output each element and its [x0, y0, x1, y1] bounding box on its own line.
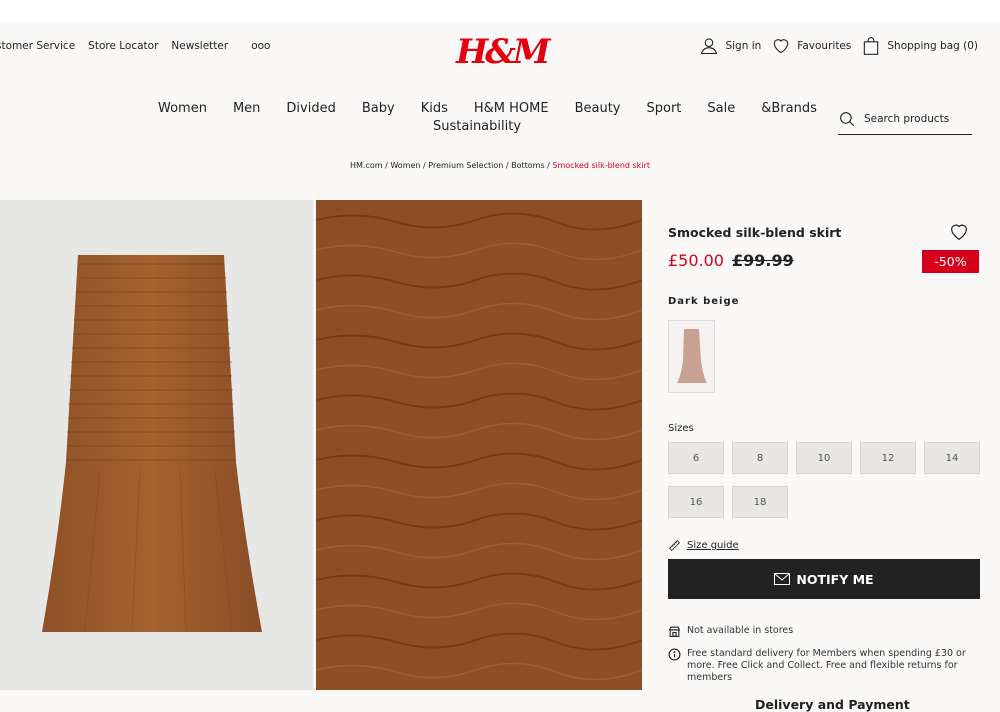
nav-item-brands[interactable]: &Brands	[761, 101, 817, 116]
sign-in-label: Sign in	[725, 40, 762, 52]
shopping-bag-button[interactable]: Shopping bag (0)	[861, 36, 978, 56]
top-links: stomer Service Store Locator Newsletter …	[0, 40, 270, 52]
breadcrumb-home[interactable]: HM.com	[350, 161, 383, 170]
size-option-6[interactable]: 6	[668, 442, 724, 474]
brand-logo[interactable]: H&M	[456, 32, 550, 72]
info-icon	[668, 648, 681, 661]
heart-icon[interactable]	[948, 221, 970, 243]
user-icon	[701, 38, 718, 55]
current-price: £50.00	[668, 251, 724, 270]
nav-item-beauty[interactable]: Beauty	[575, 101, 621, 116]
envelope-icon	[774, 573, 791, 585]
size-option-12[interactable]: 12	[860, 442, 916, 474]
nav-item-divided[interactable]: Divided	[286, 101, 335, 116]
more-links-button[interactable]: ooo	[251, 40, 270, 52]
account-menu: Sign in Favourites Shopping bag (0)	[699, 36, 978, 56]
nav-item-women[interactable]: Women	[158, 101, 207, 116]
bag-icon	[864, 37, 879, 55]
breadcrumb-women[interactable]: Women	[390, 161, 420, 170]
nav-item-sport[interactable]: Sport	[647, 101, 682, 116]
ruler-icon	[669, 540, 680, 551]
size-option-18[interactable]: 18	[732, 486, 788, 518]
size-selector: 6 8 10 12 14 16 18	[668, 442, 980, 518]
newsletter-link[interactable]: Newsletter	[171, 40, 228, 52]
fabric-detail-illustration	[316, 200, 642, 690]
discount-badge: -50%	[922, 250, 979, 273]
notify-me-label: NOTIFY ME	[796, 571, 874, 587]
size-option-16[interactable]: 16	[668, 486, 724, 518]
size-option-14[interactable]: 14	[924, 442, 980, 474]
delivery-info: Free standard delivery for Members when …	[668, 648, 978, 684]
breadcrumb: HM.com / Women / Premium Selection / Bot…	[0, 161, 1000, 170]
skirt-illustration	[42, 255, 262, 632]
store-availability: Not available in stores	[668, 625, 793, 638]
breadcrumb-separator: /	[423, 161, 426, 170]
delivery-info-text: Free standard delivery for Members when …	[687, 648, 966, 683]
swatch-thumbnail	[677, 329, 707, 383]
nav-item-men[interactable]: Men	[233, 101, 260, 116]
page: stomer Service Store Locator Newsletter …	[0, 22, 1000, 712]
nav-item-sale[interactable]: Sale	[707, 101, 735, 116]
breadcrumb-premium-selection[interactable]: Premium Selection	[428, 161, 503, 170]
customer-service-link[interactable]: stomer Service	[0, 40, 75, 52]
store-locator-link[interactable]: Store Locator	[88, 40, 158, 52]
size-guide-link[interactable]: Size guide	[668, 539, 739, 552]
nav-item-sustainability[interactable]: Sustainability	[433, 119, 521, 134]
nav-item-baby[interactable]: Baby	[362, 101, 395, 116]
store-icon	[668, 626, 681, 637]
availability-text: Not available in stores	[687, 625, 794, 636]
breadcrumb-separator: /	[505, 161, 509, 170]
product-image-detail[interactable]	[316, 200, 642, 690]
size-guide-label: Size guide	[687, 540, 739, 551]
nav-item-hm-home[interactable]: H&M HOME	[474, 101, 549, 116]
product-title: Smocked silk-blend skirt	[668, 225, 842, 240]
search-icon[interactable]	[838, 110, 856, 128]
breadcrumb-separator: /	[385, 161, 388, 170]
size-option-10[interactable]: 10	[796, 442, 852, 474]
price-row: £50.00 £99.99	[668, 251, 794, 270]
favourites-button[interactable]: Favourites	[771, 36, 851, 56]
size-option-8[interactable]: 8	[732, 442, 788, 474]
nav-item-kids[interactable]: Kids	[421, 101, 448, 116]
favourites-label: Favourites	[797, 40, 852, 52]
shopping-bag-label: Shopping bag (0)	[887, 40, 978, 52]
main-nav: Women Men Divided Baby Kids H&M HOME Bea…	[158, 101, 843, 134]
color-name: Dark beige	[668, 296, 740, 307]
sizes-label: Sizes	[668, 423, 694, 434]
delivery-payment-heading[interactable]: Delivery and Payment	[755, 697, 910, 712]
heart-icon	[774, 39, 789, 54]
original-price: £99.99	[731, 251, 794, 270]
breadcrumb-separator: /	[547, 161, 550, 170]
sign-in-button[interactable]: Sign in	[699, 36, 761, 56]
search-box	[838, 110, 972, 135]
product-image-main[interactable]	[0, 200, 313, 690]
breadcrumb-current: Smocked silk-blend skirt	[552, 161, 650, 170]
notify-me-button[interactable]: NOTIFY ME	[668, 559, 980, 599]
search-input[interactable]	[864, 113, 964, 125]
color-swatch-dark-beige[interactable]	[668, 320, 715, 393]
breadcrumb-bottoms[interactable]: Bottoms	[511, 161, 545, 170]
